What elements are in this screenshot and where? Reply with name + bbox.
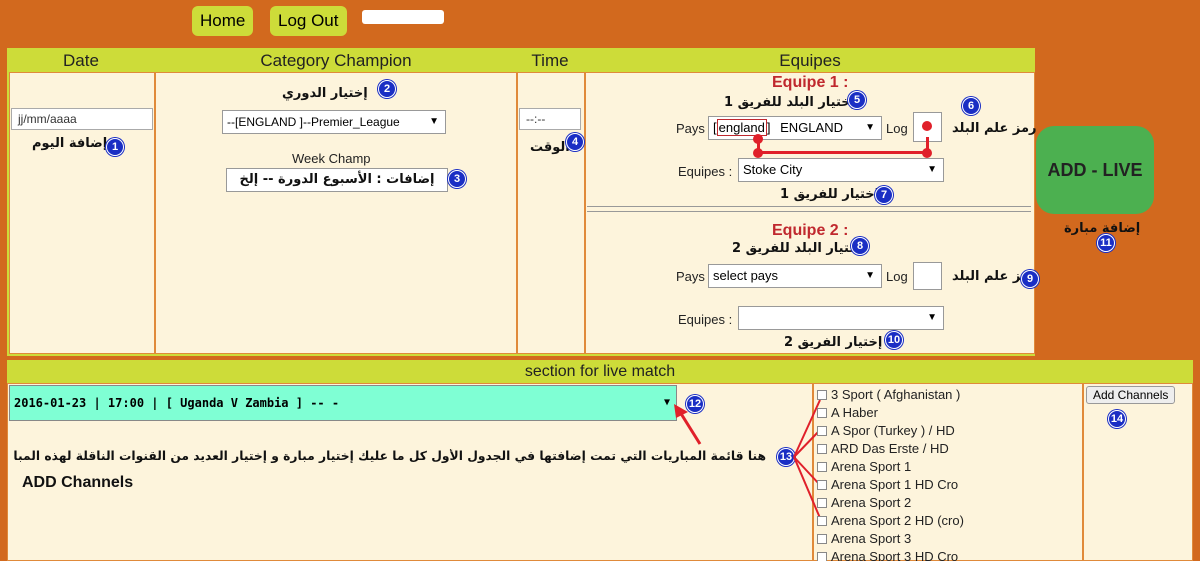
- channel-item[interactable]: Arena Sport 3 HD Cro: [817, 548, 964, 561]
- channel-item[interactable]: Arena Sport 2: [817, 494, 964, 512]
- badge-14: 14: [1108, 410, 1126, 428]
- badge-2: 2: [378, 80, 396, 98]
- instructions-text: هنا قائمة المباريات التي تمت إضافتها في …: [14, 449, 766, 463]
- annotation-line: [757, 151, 929, 154]
- team1-pays-label: Pays: [676, 121, 705, 136]
- header-time: Time: [517, 50, 583, 72]
- team1-team-note: إختيار للفريق 1: [780, 187, 880, 202]
- team1-team-value: Stoke City: [743, 162, 803, 177]
- team2-log-box: [913, 262, 942, 290]
- logout-button[interactable]: Log Out: [270, 6, 347, 36]
- badge-3: 3: [448, 170, 466, 188]
- checkbox[interactable]: [817, 408, 827, 418]
- badge-10: 10: [885, 331, 903, 349]
- username-redacted: [362, 10, 444, 24]
- time-input[interactable]: --:--: [519, 108, 581, 130]
- channel-list: 3 Sport ( Afghanistan ) A Haber A Spor (…: [817, 386, 964, 561]
- badge-11: 11: [1097, 234, 1115, 252]
- header-category: Category Champion: [157, 50, 515, 72]
- team2-team-select[interactable]: ▼: [738, 306, 944, 330]
- checkbox[interactable]: [817, 444, 827, 454]
- team1-log-label: Log: [886, 121, 908, 136]
- annotation-dot: [753, 134, 763, 144]
- team2-pays-value: select pays: [713, 268, 779, 283]
- annotation-dot: [922, 121, 932, 131]
- chevron-down-icon: ▼: [865, 270, 875, 281]
- chevron-down-icon: ▼: [865, 122, 875, 133]
- chevron-down-icon: ▼: [429, 116, 439, 127]
- team1-equipes-label: Equipes :: [678, 164, 733, 179]
- add-channels-panel: [1083, 383, 1193, 561]
- badge-6: 6: [962, 97, 980, 115]
- league-select[interactable]: --[ENGLAND ]--Premier_League ▼: [222, 110, 446, 134]
- match-select[interactable]: 2016-01-23 | 17:00 | [ Uganda V Zambia ]…: [9, 385, 677, 421]
- checkbox[interactable]: [817, 480, 827, 490]
- chevron-down-icon: ▼: [927, 312, 937, 323]
- channel-item[interactable]: A Haber: [817, 404, 964, 422]
- team2-pays-label: Pays: [676, 269, 705, 284]
- annotation-arrow: [674, 404, 702, 445]
- channel-item[interactable]: Arena Sport 2 HD (cro): [817, 512, 964, 530]
- checkbox[interactable]: [817, 426, 827, 436]
- channel-item[interactable]: Arena Sport 1 HD Cro: [817, 476, 964, 494]
- header-equipes: Equipes: [587, 50, 1033, 72]
- badge-7: 7: [875, 186, 893, 204]
- badge-1: 1: [106, 138, 124, 156]
- time-note: الوقت: [530, 140, 570, 155]
- team2-team-note: إختيار الفريق 2: [784, 335, 883, 350]
- checkbox[interactable]: [817, 552, 827, 561]
- channel-item[interactable]: Arena Sport 1: [817, 458, 964, 476]
- add-channels-hint: ADD Channels: [22, 474, 134, 491]
- channel-item[interactable]: 3 Sport ( Afghanistan ): [817, 386, 964, 404]
- annotation-dot: [753, 148, 763, 158]
- team1-flag-note: رمز علم البلد: [952, 121, 1037, 136]
- badge-5: 5: [848, 91, 866, 109]
- add-channels-button[interactable]: Add Channels: [1086, 386, 1176, 404]
- team1-pays-value: ENGLAND: [780, 120, 843, 135]
- channel-item[interactable]: A Spor (Turkey ) / HD: [817, 422, 964, 440]
- live-section-title: section for live match: [9, 361, 1191, 383]
- badge-8: 8: [851, 237, 869, 255]
- checkbox[interactable]: [817, 390, 827, 400]
- badge-4: 4: [566, 133, 584, 151]
- team2-equipes-label: Equipes :: [678, 312, 733, 327]
- team1-country-note: إختيار البلد للفريق 1: [724, 95, 856, 110]
- match-value: 2016-01-23 | 17:00 | [ Uganda V Zambia ]…: [14, 396, 340, 410]
- league-value: --[ENGLAND ]--Premier_League: [227, 115, 400, 129]
- header-date: Date: [9, 50, 153, 72]
- checkbox[interactable]: [817, 534, 827, 544]
- badge-9: 9: [1021, 270, 1039, 288]
- league-label: إختيار الدوري: [282, 86, 368, 101]
- team1-pays-select[interactable]: [england] ENGLAND ▼: [708, 116, 882, 140]
- date-note: إضافة اليوم: [32, 136, 108, 151]
- date-input[interactable]: jj/mm/aaaa: [11, 108, 153, 130]
- team2-country-note: إختيار البلد للفريق 2: [732, 241, 864, 256]
- divider: [587, 206, 1031, 207]
- channel-item[interactable]: Arena Sport 3: [817, 530, 964, 548]
- week-label: Week Champ: [292, 151, 371, 166]
- team2-title: Equipe 2 :: [772, 222, 849, 239]
- add-live-button[interactable]: ADD - LIVE: [1036, 126, 1154, 214]
- team2-log-label: Log: [886, 269, 908, 284]
- checkbox[interactable]: [817, 462, 827, 472]
- annotation-dot: [922, 148, 932, 158]
- channel-item[interactable]: ARD Das Erste / HD: [817, 440, 964, 458]
- chevron-down-icon: ▼: [927, 164, 937, 175]
- home-button[interactable]: Home: [192, 6, 254, 36]
- checkbox[interactable]: [817, 498, 827, 508]
- checkbox[interactable]: [817, 516, 827, 526]
- team1-team-select[interactable]: Stoke City ▼: [738, 158, 944, 182]
- team1-title: Equipe 1 :: [772, 74, 849, 91]
- week-input[interactable]: إضافات : الأسبوع الدورة -- إلخ: [226, 168, 448, 192]
- team2-pays-select[interactable]: select pays ▼: [708, 264, 882, 288]
- divider: [587, 211, 1031, 212]
